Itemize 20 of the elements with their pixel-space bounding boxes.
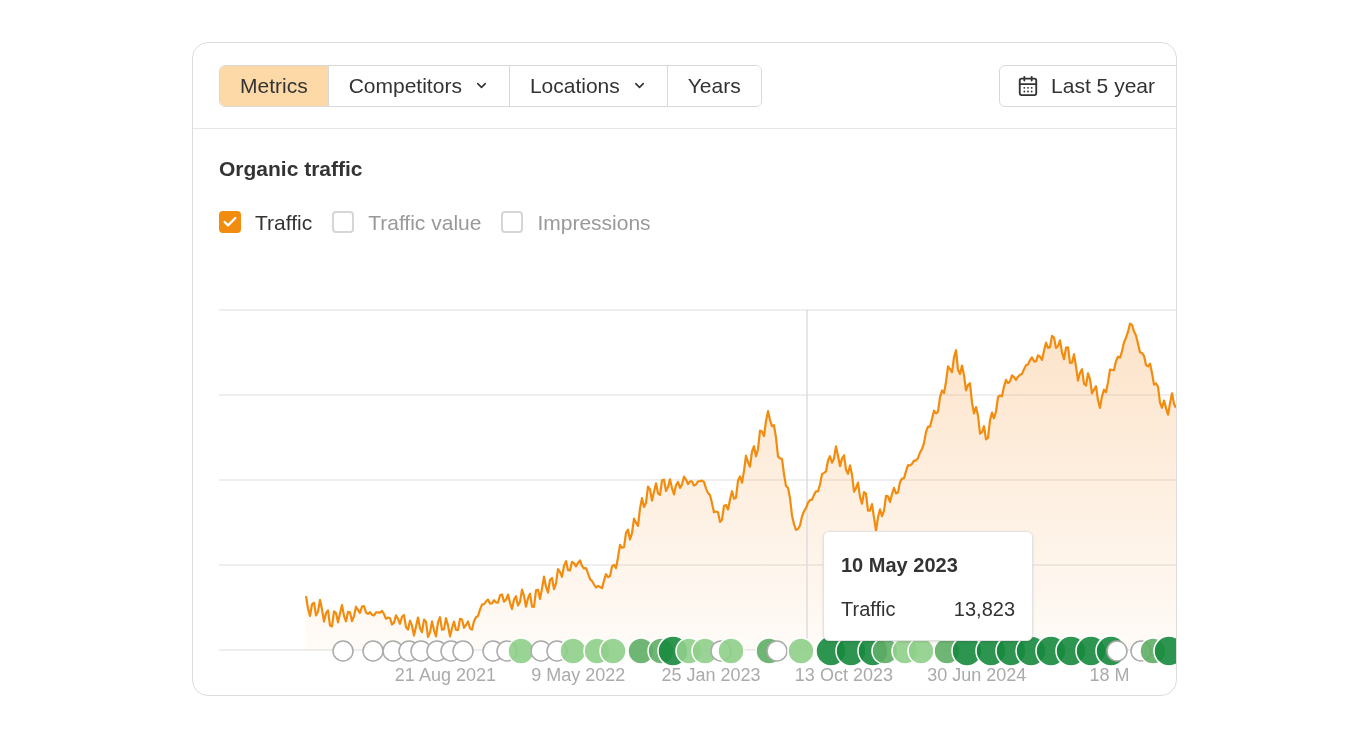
date-range-button[interactable]: Last 5 year (999, 64, 1176, 107)
legend-checkbox[interactable] (501, 211, 524, 234)
view-tab[interactable]: Years (666, 65, 761, 106)
chart-title: Organic traffic (219, 156, 363, 182)
legend-label: Traffic value (368, 209, 482, 236)
calendar-icon (1017, 74, 1040, 97)
legend-label: Traffic (255, 209, 313, 236)
x-axis-label: 9 May 2022 (531, 664, 626, 687)
tooltip-date: 10 May 2023 (841, 553, 958, 578)
x-axis-label: 21 Aug 2021 (394, 664, 496, 687)
x-axis-label: 30 Jun 2024 (927, 664, 1027, 687)
x-axis-label: 25 Jan 2023 (661, 664, 761, 687)
legend-label: Impressions (537, 209, 651, 236)
tooltip-value: 13,823 (953, 597, 1015, 622)
tooltip-label: Traffic (841, 597, 896, 622)
legend-checkbox[interactable] (219, 211, 241, 234)
x-axis-label: 13 Oct 2023 (794, 664, 893, 687)
legend-checkbox[interactable] (332, 211, 355, 234)
x-axis-label: 18 M (1089, 664, 1130, 687)
view-tab[interactable]: Metrics (220, 65, 328, 106)
